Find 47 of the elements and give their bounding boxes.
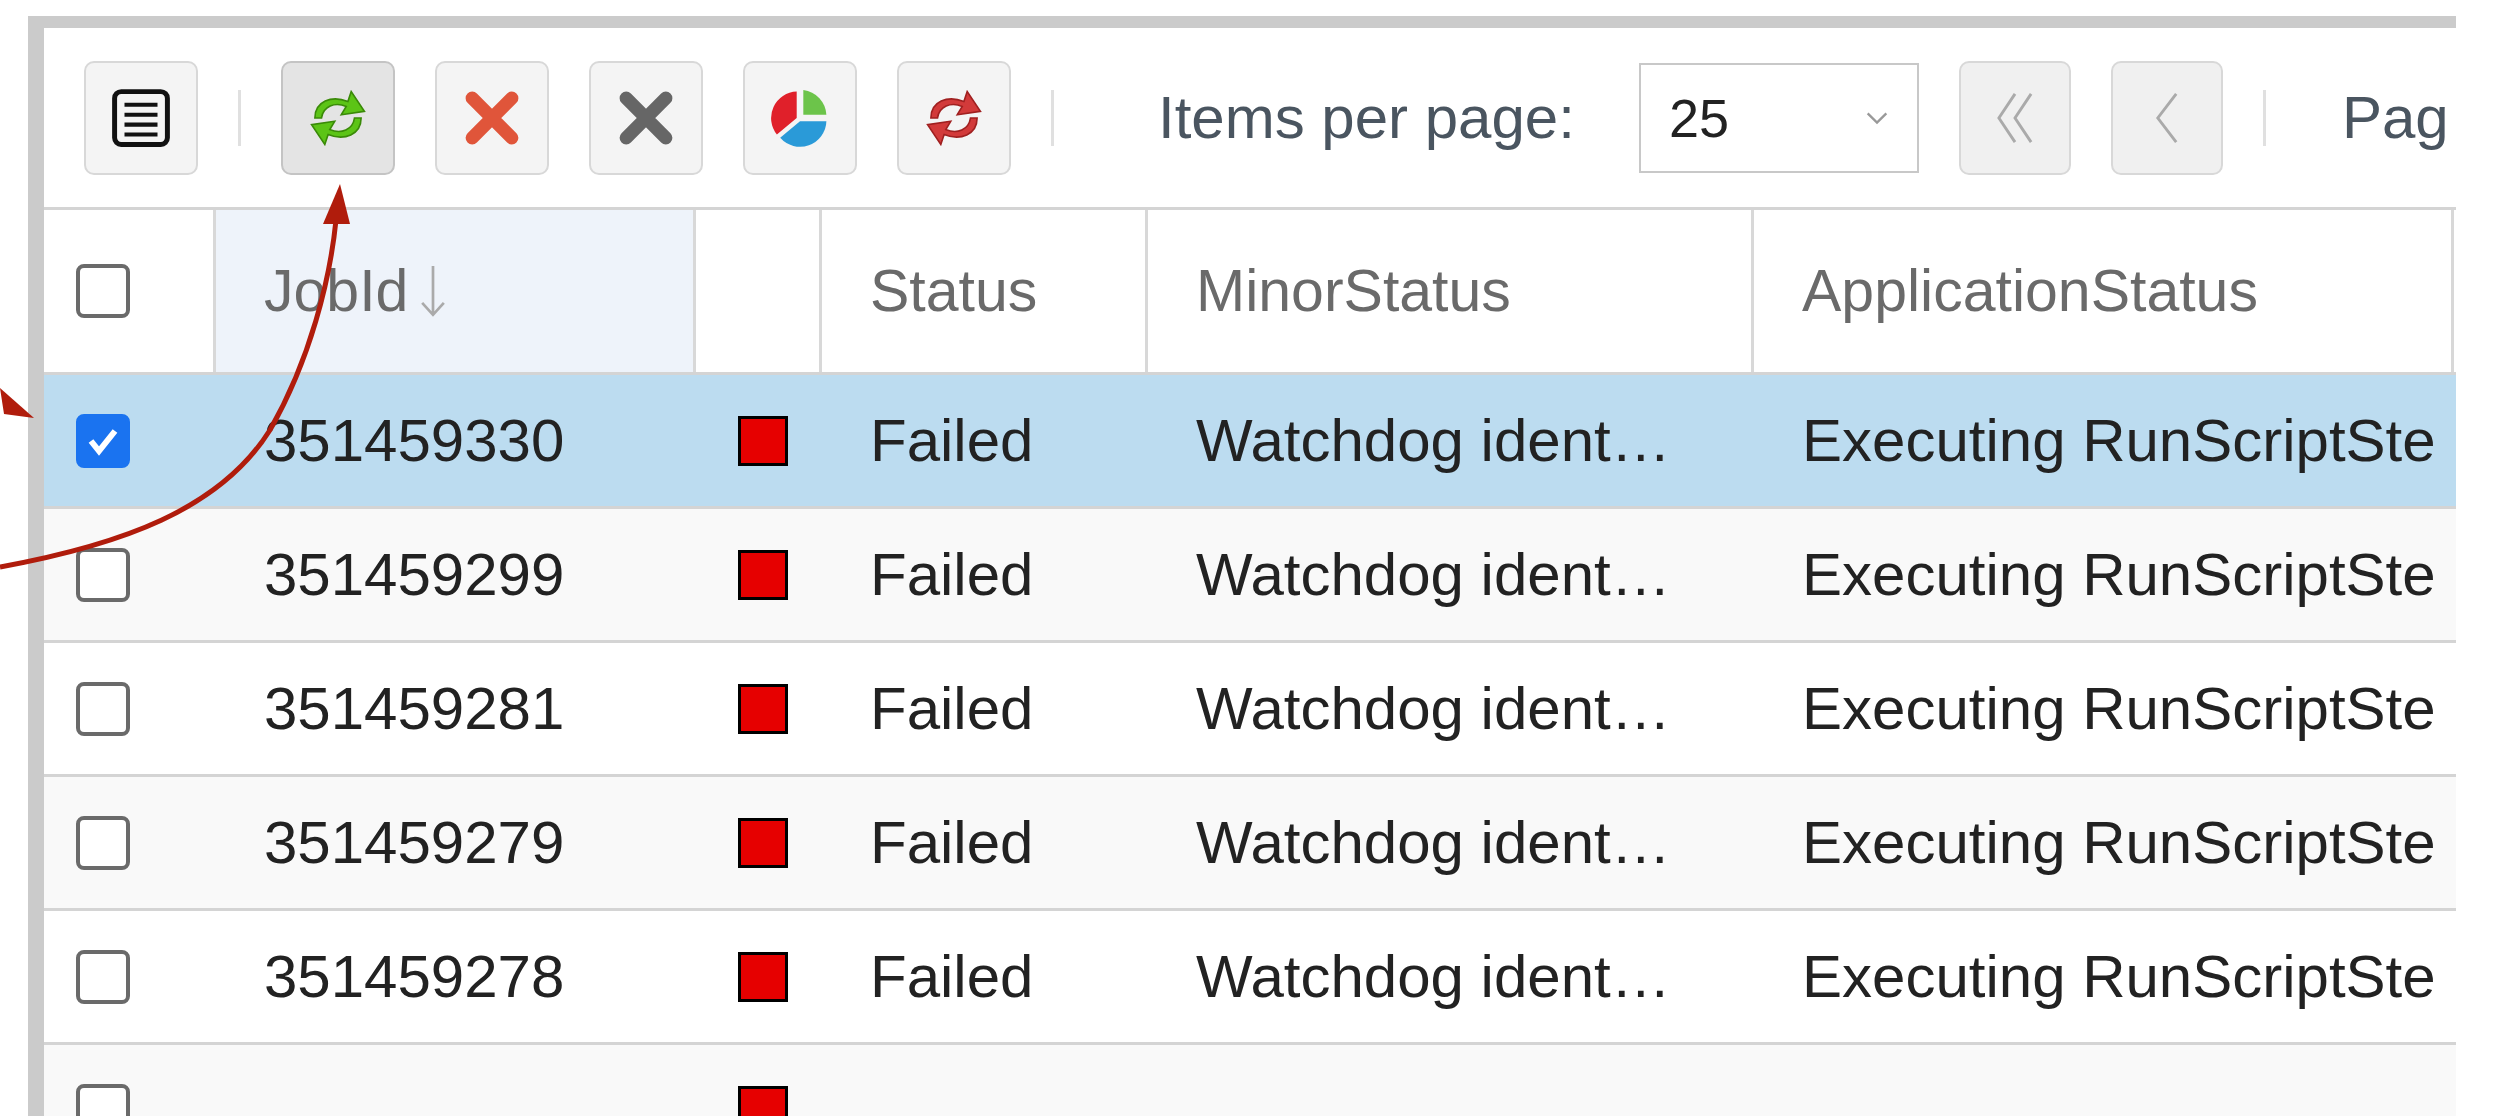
table-cell: 351459299 [264, 540, 565, 609]
column-title: MinorStatus [1196, 257, 1511, 325]
table-row[interactable]: 351459279 Failed Watchdog ident… Executing RunScriptSte [44, 777, 2456, 911]
table-cell: 351459330 [264, 406, 565, 475]
table-cell: Watchdog ident… [1196, 406, 1671, 475]
menu-button[interactable] [84, 60, 198, 175]
column-title: Status [870, 257, 1038, 325]
table-cell: Failed [870, 540, 1034, 609]
sort-down-icon [420, 263, 447, 319]
reschedule-button[interactable] [897, 60, 1011, 175]
column-header[interactable]: Status [822, 210, 1148, 372]
chart-button[interactable] [743, 60, 857, 175]
table-row[interactable]: 351459299 Failed Watchdog ident… Executing RunScriptSte [44, 509, 2456, 643]
table-cell: Watchdog ident… [1196, 674, 1671, 743]
column-header[interactable]: MinorStatus [1148, 210, 1754, 372]
table-cell: 351459278 [264, 942, 565, 1011]
table-cell: Watchdog ident… [1196, 540, 1671, 609]
row-checkbox[interactable] [76, 413, 130, 468]
table-cell: Watchdog ident… [1196, 942, 1671, 1011]
row-checkbox[interactable] [76, 815, 130, 870]
items-per-page-select[interactable]: 25 [1638, 62, 1919, 173]
row-checkbox[interactable] [76, 949, 130, 1004]
column-header[interactable]: ApplicationStatus [1754, 210, 2454, 372]
table-cell: 351459279 [264, 808, 565, 877]
caret-icon [1864, 110, 1889, 125]
items-per-page-label: Items per page: [1158, 83, 1575, 152]
row-checkbox[interactable] [76, 547, 130, 602]
delete-button[interactable] [589, 60, 703, 175]
refresh-button[interactable] [281, 60, 395, 175]
table-cell: Executing RunScriptSte [1802, 808, 2436, 877]
table-row[interactable]: 351459330 Failed Watchdog ident… Executing RunScriptSte [44, 375, 2456, 509]
table-cell: Watchdog ident… [1196, 808, 1671, 877]
arrow-head-icon [0, 388, 34, 418]
column-title: ApplicationStatus [1802, 257, 2258, 325]
select-all-checkbox[interactable] [76, 264, 130, 318]
table-cell: Executing RunScriptSte [1802, 406, 2436, 475]
table-cell: 351459281 [264, 674, 565, 743]
table-cell: Executing RunScriptSte [1802, 942, 2436, 1011]
table-cell: Executing RunScriptSte [1802, 674, 2436, 743]
table-cell: Failed [870, 942, 1034, 1011]
row-checkbox[interactable] [76, 681, 130, 736]
table-cell: Failed [870, 406, 1034, 475]
table-cell: Failed [870, 808, 1034, 877]
table-cell: Executing RunScriptSte [1802, 540, 2436, 609]
kill-button[interactable] [435, 60, 549, 175]
page-label: Pag [2341, 83, 2449, 152]
table-cell: Failed [870, 674, 1034, 743]
